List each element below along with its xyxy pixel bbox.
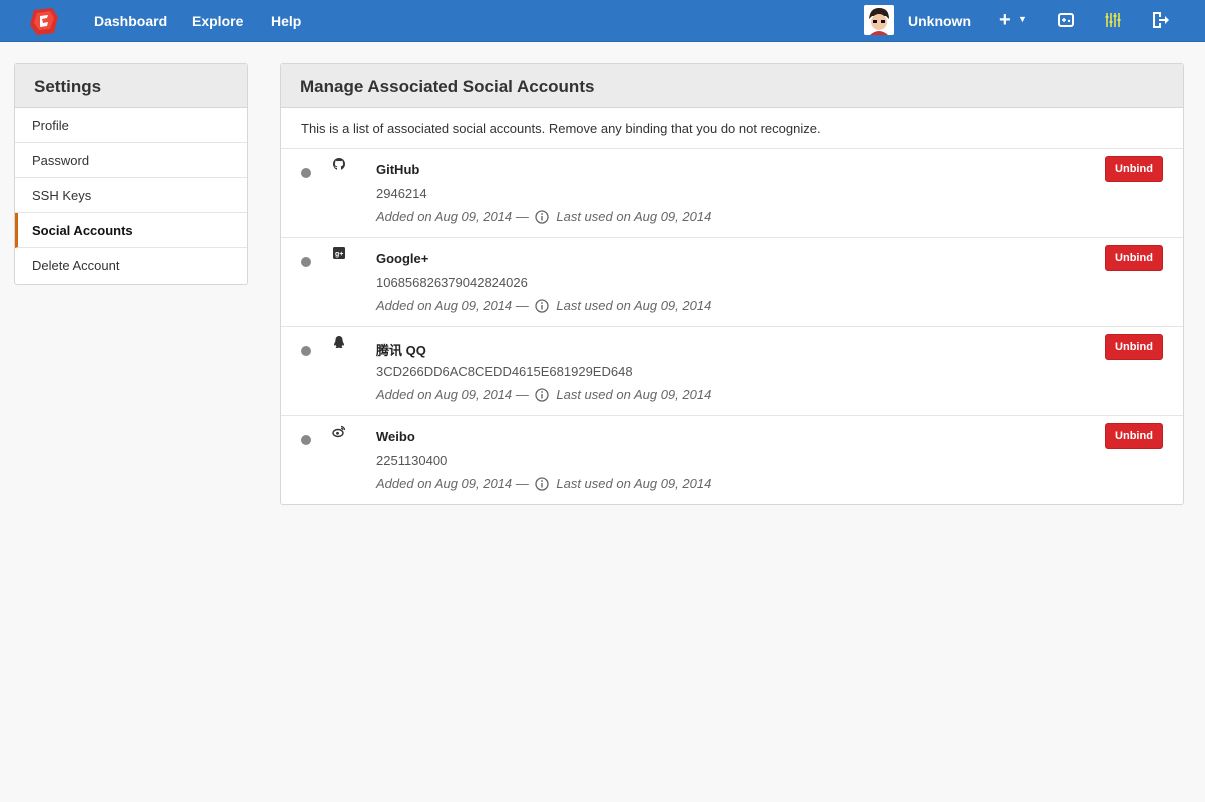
account-meta: Added on Aug 09, 2014 — Last used on Aug… [376, 387, 711, 402]
account-row-qq: 腾讯 QQ 3CD266DD6AC8CEDD4615E681929ED648 A… [281, 327, 1183, 416]
user-name[interactable]: Unknown [908, 13, 971, 29]
unbind-button-google-plus[interactable]: Unbind [1105, 245, 1163, 271]
last-used-date: Last used on Aug 09, 2014 [556, 209, 712, 224]
account-row-google-plus: g+ Google+ 106856826379042824026 Added o… [281, 238, 1183, 327]
added-date: Added on Aug 09, 2014 — [376, 387, 529, 402]
last-used-date: Last used on Aug 09, 2014 [556, 298, 712, 313]
info-icon[interactable] [535, 299, 550, 313]
account-meta: Added on Aug 09, 2014 — Last used on Aug… [376, 476, 711, 491]
settings-sidebar: Settings Profile Password SSH Keys Socia… [14, 63, 248, 285]
status-dot [301, 257, 311, 267]
nav-dashboard[interactable]: Dashboard [94, 13, 167, 29]
account-provider-name: Google+ [376, 251, 429, 266]
account-row-github: GitHub 2946214 Added on Aug 09, 2014 — L… [281, 149, 1183, 238]
nav-explore[interactable]: Explore [192, 13, 243, 29]
unbind-button-qq[interactable]: Unbind [1105, 334, 1163, 360]
status-dot [301, 168, 311, 178]
sidebar-item-delete-account[interactable]: Delete Account [15, 248, 247, 283]
social-accounts-panel: Manage Associated Social Accounts This i… [280, 63, 1184, 505]
sidebar-item-social-accounts[interactable]: Social Accounts [15, 213, 247, 248]
unbind-button-github[interactable]: Unbind [1105, 156, 1163, 182]
svg-text:g+: g+ [335, 251, 343, 258]
github-icon [333, 158, 345, 170]
account-id: 2251130400 [376, 453, 448, 468]
sidebar-item-ssh-keys[interactable]: SSH Keys [15, 178, 247, 213]
sidebar-title: Settings [15, 64, 247, 108]
sidebar-item-password[interactable]: Password [15, 143, 247, 178]
account-provider-name: GitHub [376, 162, 420, 177]
caret-down-icon[interactable]: ▼ [1018, 14, 1027, 24]
top-navbar: Dashboard Explore Help Unknown + ▼ [0, 0, 1205, 42]
sidebar-item-profile[interactable]: Profile [15, 108, 247, 143]
plus-icon[interactable]: + [999, 9, 1011, 32]
unbind-button-weibo[interactable]: Unbind [1105, 423, 1163, 449]
sign-out-icon[interactable] [1151, 11, 1169, 29]
nav-help[interactable]: Help [271, 13, 301, 29]
info-icon[interactable] [535, 477, 550, 491]
status-dot [301, 435, 311, 445]
account-row-weibo: Weibo 2251130400 Added on Aug 09, 2014 —… [281, 416, 1183, 505]
status-dot [301, 346, 311, 356]
added-date: Added on Aug 09, 2014 — [376, 476, 529, 491]
account-meta: Added on Aug 09, 2014 — Last used on Aug… [376, 209, 711, 224]
account-provider-name: 腾讯 QQ [376, 343, 426, 358]
account-meta: Added on Aug 09, 2014 — Last used on Aug… [376, 298, 711, 313]
google-plus-icon: g+ [333, 247, 345, 259]
page-title: Manage Associated Social Accounts [281, 64, 1183, 108]
info-icon[interactable] [535, 388, 550, 402]
panel-description: This is a list of associated social acco… [281, 108, 1183, 149]
account-id: 2946214 [376, 186, 427, 201]
info-icon[interactable] [535, 210, 550, 224]
weibo-icon [332, 425, 346, 438]
settings-sliders-icon[interactable] [1104, 11, 1122, 29]
last-used-date: Last used on Aug 09, 2014 [556, 387, 712, 402]
added-date: Added on Aug 09, 2014 — [376, 298, 529, 313]
gamepad-icon[interactable] [1057, 11, 1075, 29]
last-used-date: Last used on Aug 09, 2014 [556, 476, 712, 491]
account-provider-name: Weibo [376, 429, 415, 444]
added-date: Added on Aug 09, 2014 — [376, 209, 529, 224]
logo-icon[interactable] [28, 5, 60, 37]
account-id: 3CD266DD6AC8CEDD4615E681929ED648 [376, 364, 633, 379]
account-id: 106856826379042824026 [376, 275, 528, 290]
qq-icon [334, 336, 344, 349]
avatar[interactable] [864, 5, 894, 35]
